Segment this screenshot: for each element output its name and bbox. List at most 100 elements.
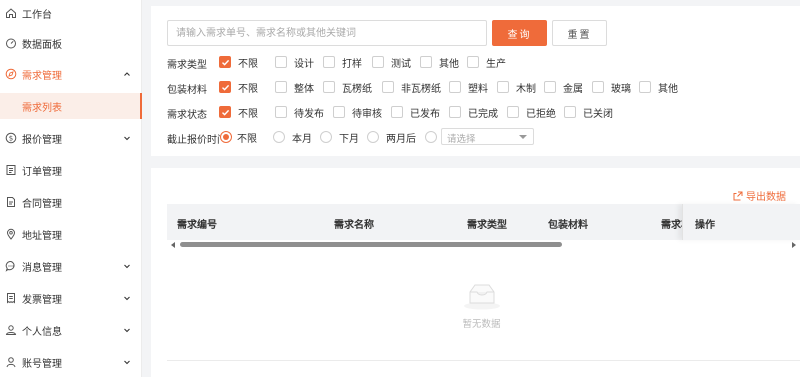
filter-option[interactable]: 非瓦楞纸 [382, 79, 441, 95]
contract-icon [5, 196, 17, 208]
sidebar-item-label: 消息管理 [22, 262, 62, 274]
sidebar-item-account-management[interactable]: 账号管理 [0, 349, 142, 375]
message-icon [5, 260, 17, 272]
sidebar-item-label: 需求管理 [22, 70, 62, 82]
sidebar-item-address-management[interactable]: 地址管理 [0, 221, 142, 247]
radio[interactable] [320, 131, 332, 143]
filter-option[interactable]: 塑料 [449, 79, 488, 95]
radio-selected-icon[interactable] [220, 131, 232, 143]
sidebar-item-quote-management[interactable]: $ 报价管理 [0, 125, 142, 151]
sidebar-subitem-demand-list[interactable]: 需求列表 [0, 93, 142, 119]
chevron-down-icon [124, 328, 130, 333]
filter-option[interactable]: 设计 [275, 54, 314, 70]
filter-option[interactable]: 测试 [372, 54, 411, 70]
sidebar-item-invoice-management[interactable]: 发票管理 [0, 285, 142, 311]
column-header: 需求状态 [661, 220, 682, 231]
filter-option[interactable]: 生产 [467, 54, 506, 70]
export-data-link[interactable]: 导出数据 [733, 188, 786, 203]
radio[interactable] [367, 131, 379, 143]
checkbox[interactable] [275, 81, 287, 93]
filter-option[interactable]: 玻璃 [592, 79, 631, 95]
sidebar-item-dashboard[interactable]: 数据面板 [0, 30, 142, 56]
radio[interactable] [425, 131, 437, 143]
user-group-icon [5, 324, 17, 336]
filter-option[interactable]: 不限 [219, 79, 258, 95]
query-button[interactable]: 查询 [492, 20, 547, 46]
sidebar-item-label: 工作台 [22, 9, 52, 21]
filter-option[interactable]: 两月后 [367, 129, 416, 145]
filter-label: 需求类型 [167, 60, 207, 71]
sidebar-item-workbench[interactable]: 工作台 [0, 0, 142, 26]
checkbox-checked-icon[interactable] [219, 106, 231, 118]
sidebar-item-order-management[interactable]: 订单管理 [0, 157, 142, 183]
filter-option[interactable]: 已拒绝 [507, 104, 556, 120]
radio[interactable] [273, 131, 285, 143]
filter-option[interactable]: 木制 [497, 79, 536, 95]
chevron-up-icon [124, 72, 130, 76]
checkbox[interactable] [449, 81, 461, 93]
filter-option[interactable]: 打样 [323, 54, 362, 70]
filter-option[interactable]: 已发布 [391, 104, 440, 120]
filter-option[interactable]: 其他 [639, 79, 678, 95]
filter-option[interactable]: 不限 [219, 54, 258, 70]
filter-option[interactable]: 待审核 [333, 104, 382, 120]
sidebar-item-label: 订单管理 [22, 166, 62, 178]
filter-option[interactable]: 已完成 [449, 104, 498, 120]
filter-option[interactable]: 本月 [273, 129, 312, 145]
filter-option[interactable]: 下月 [320, 129, 359, 145]
checkbox[interactable] [372, 56, 384, 68]
location-icon [5, 228, 17, 240]
filter-row-demand-status: 需求状态 不限 待发布 待审核 已发布 已完成 已拒绝 已关闭 [167, 104, 787, 121]
filter-option[interactable]: 已关闭 [564, 104, 613, 120]
checkbox[interactable] [507, 106, 519, 118]
checkbox[interactable] [467, 56, 479, 68]
reset-button[interactable]: 重置 [552, 20, 607, 46]
scroll-left-icon[interactable] [171, 242, 175, 248]
horizontal-scrollbar[interactable] [167, 240, 685, 249]
order-icon [5, 164, 17, 176]
chevron-down-icon [124, 264, 130, 269]
checkbox[interactable] [382, 81, 394, 93]
date-range-select[interactable]: 请选择 [441, 128, 534, 145]
sidebar-item-demand-management[interactable]: 需求管理 [0, 61, 142, 87]
sidebar-item-contract-management[interactable]: 合同管理 [0, 189, 142, 215]
checkbox[interactable] [592, 81, 604, 93]
home-icon [5, 7, 17, 19]
checkbox-checked-icon[interactable] [219, 81, 231, 93]
checkbox-checked-icon[interactable] [219, 56, 231, 68]
column-header: 操作 [695, 220, 715, 231]
sidebar-item-label: 发票管理 [22, 294, 62, 306]
sidebar-item-message-management[interactable]: 消息管理 [0, 253, 142, 279]
scroll-right-area[interactable] [782, 240, 800, 249]
column-header: 需求编号 [177, 220, 217, 231]
scroll-right-icon[interactable] [792, 242, 796, 248]
checkbox[interactable] [323, 81, 335, 93]
filter-option[interactable]: 整体 [275, 79, 314, 95]
checkbox[interactable] [564, 106, 576, 118]
filter-option[interactable]: 其他 [420, 54, 459, 70]
checkbox[interactable] [497, 81, 509, 93]
filter-option[interactable]: 待发布 [275, 104, 324, 120]
filter-option[interactable]: 不限 [219, 104, 258, 120]
filter-option[interactable]: 不限 [220, 129, 257, 145]
filter-option[interactable]: 金属 [544, 79, 583, 95]
filter-label: 需求状态 [167, 110, 207, 121]
checkbox[interactable] [323, 56, 335, 68]
sidebar-item-personal-info[interactable]: 个人信息 [0, 317, 142, 343]
checkbox[interactable] [275, 106, 287, 118]
checkbox[interactable] [420, 56, 432, 68]
filter-option[interactable]: 瓦楞纸 [323, 79, 372, 95]
chevron-down-icon [124, 296, 130, 301]
checkbox[interactable] [639, 81, 651, 93]
checkbox[interactable] [449, 106, 461, 118]
search-input[interactable] [167, 20, 487, 46]
divider [167, 360, 800, 361]
filter-option[interactable] [425, 129, 437, 145]
checkbox[interactable] [275, 56, 287, 68]
checkbox[interactable] [333, 106, 345, 118]
scrollbar-thumb[interactable] [180, 242, 562, 247]
sidebar-item-label: 地址管理 [22, 230, 62, 242]
checkbox[interactable] [544, 81, 556, 93]
checkbox[interactable] [391, 106, 403, 118]
invoice-icon [5, 292, 17, 304]
